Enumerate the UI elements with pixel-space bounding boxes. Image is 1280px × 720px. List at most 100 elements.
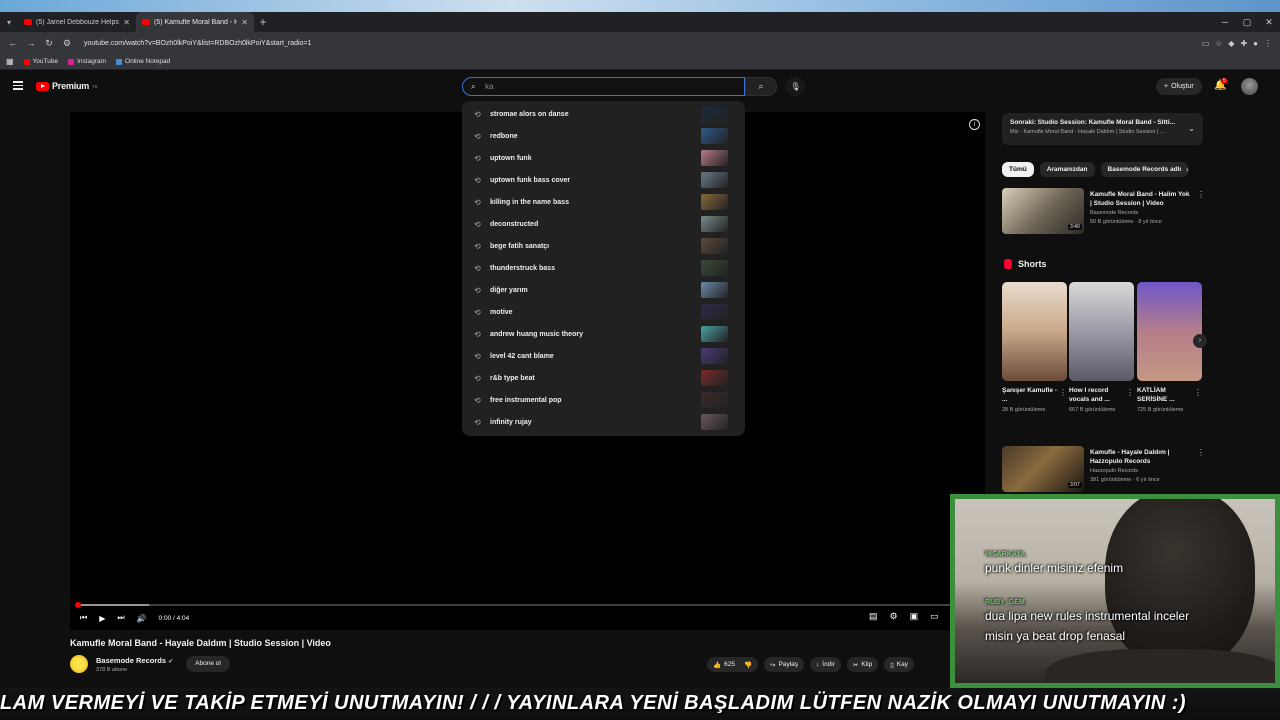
close-window-icon[interactable]: ✕ [1258, 12, 1280, 32]
create-button[interactable]: + Oluştur [1156, 78, 1202, 95]
extensions-puzzle-icon[interactable]: ✚ [1240, 39, 1247, 48]
previous-icon[interactable]: ⏮ [80, 613, 87, 623]
bookmark-online-notepad[interactable]: Online Notepad [116, 58, 170, 65]
more-options-icon[interactable]: ⋮ [1197, 190, 1205, 199]
browser-tab-2[interactable]: (5) Kamufle Moral Band - Haya... ✕ [136, 12, 254, 32]
search-suggestion-item[interactable]: ⟲ uptown funk bass cover [462, 169, 745, 191]
suggestion-text: r&b type beat [490, 374, 535, 382]
next-icon[interactable]: ⏭ [117, 613, 124, 623]
more-options-icon[interactable]: ⋮ [1059, 388, 1067, 397]
download-button[interactable]: ↓ İndir [810, 657, 841, 672]
short-thumbnail[interactable] [1137, 282, 1202, 381]
search-suggestion-item[interactable]: ⟲ deconstructed [462, 213, 745, 235]
suggestion-thumbnail [701, 326, 728, 342]
reload-icon[interactable]: ↻ [40, 38, 58, 49]
apps-grid-icon[interactable]: ▦ [6, 57, 14, 66]
more-options-icon[interactable]: ⋮ [1194, 388, 1202, 397]
suggestion-thumbnail [701, 172, 728, 188]
volume-icon[interactable]: 🔊 [137, 614, 147, 623]
close-icon[interactable]: ✕ [123, 18, 130, 27]
suggestion-thumbnail [701, 304, 728, 320]
up-next-playlist-panel[interactable]: Sonraki: Studio Session: Kamufle Moral B… [1002, 113, 1203, 145]
chip-all[interactable]: Tümü [1002, 162, 1034, 177]
tab-list-icon[interactable]: ▾ [0, 18, 18, 27]
clip-button[interactable]: ✂ Klip [846, 657, 879, 672]
browser-tab-1[interactable]: (5) Jamel Debbouze Helps Stro... ✕ [18, 12, 136, 32]
search-suggestion-item[interactable]: ⟲ level 42 cant blame [462, 345, 745, 367]
channel-name[interactable]: Basemode Records ✔ [96, 656, 173, 665]
new-tab-icon[interactable]: + [254, 15, 272, 29]
extension-icon[interactable]: ◆ [1228, 39, 1234, 48]
chip-channel[interactable]: Basemode Records adlı [1100, 162, 1189, 177]
bookmark-youtube[interactable]: YouTube [23, 58, 58, 65]
thumbs-down-icon[interactable]: 👎 [744, 661, 752, 669]
url-field[interactable]: youtube.com/watch?v=BOzh0lkPoiY&list=RDB… [76, 40, 1202, 47]
miniplayer-icon[interactable]: ▣ [910, 611, 919, 622]
scrubber-handle[interactable] [75, 602, 81, 608]
minimize-icon[interactable]: ─ [1214, 12, 1236, 32]
close-icon[interactable]: ✕ [241, 18, 248, 27]
subscribe-button[interactable]: Abone ol [186, 656, 230, 672]
play-icon[interactable]: ▶ [99, 614, 105, 623]
search-button[interactable]: ⌕ [745, 77, 777, 96]
search-suggestion-item[interactable]: ⟲ thunderstruck bass [462, 257, 745, 279]
bookmark-star-icon[interactable]: ☆ [1215, 39, 1222, 48]
bookmark-instagram[interactable]: Instagram [68, 58, 106, 65]
hamburger-menu-icon[interactable] [13, 81, 23, 92]
back-icon[interactable]: ← [4, 38, 22, 48]
short-title: Şanışer Kamufle - ... [1002, 387, 1057, 403]
search-suggestion-item[interactable]: ⟲ redbone [462, 125, 745, 147]
account-avatar[interactable] [1241, 78, 1258, 95]
short-thumbnail[interactable] [1002, 282, 1067, 381]
theater-mode-icon[interactable]: ▭ [930, 611, 939, 622]
channel-avatar[interactable] [70, 655, 88, 673]
chevron-down-icon[interactable]: ⌄ [1188, 124, 1195, 133]
search-suggestion-item[interactable]: ⟲ free instrumental pop [462, 389, 745, 411]
voice-search-mic-icon[interactable]: 🎙 [786, 77, 805, 96]
search-suggestion-item[interactable]: ⟲ stromae alors on danse [462, 103, 745, 125]
info-icon[interactable]: i [969, 119, 980, 130]
search-suggestion-item[interactable]: ⟲ bege fatih sanatçı [462, 235, 745, 257]
history-icon: ⟲ [474, 395, 481, 405]
stream-ticker-banner: LAM VERMEYİ VE TAKİP ETMEYİ UNUTMAYIN! /… [0, 688, 1280, 720]
profile-icon[interactable]: ● [1253, 39, 1258, 48]
like-button[interactable]: 👍 625 👎 [707, 657, 759, 672]
menu-icon[interactable]: ⋮ [1264, 39, 1272, 48]
history-icon: ⟲ [474, 417, 481, 427]
search-suggestion-item[interactable]: ⟲ uptown funk [462, 147, 745, 169]
recommended-video[interactable]: 3:07 Kamufle - Hayale Daldım | Hazzopulo… [1002, 446, 1205, 494]
cast-icon[interactable]: ▭ [1202, 39, 1210, 48]
search-suggestion-item[interactable]: ⟲ diğer yarım [462, 279, 745, 301]
search-suggestion-item[interactable]: ⟲ infinity rujay [462, 411, 745, 433]
search-suggestion-item[interactable]: ⟲ r&b type beat [462, 367, 745, 389]
share-button[interactable]: ↪ Paylaş [764, 657, 805, 672]
search-input[interactable] [485, 82, 725, 91]
subtitles-icon[interactable]: ▤ [869, 611, 878, 622]
short-title: KATLİAM SERİSİNE ... [1137, 387, 1175, 403]
site-info-icon[interactable]: ⚙ [58, 38, 76, 49]
suggestion-thumbnail [701, 150, 728, 166]
search-suggestion-item[interactable]: ⟲ motive [462, 301, 745, 323]
suggestion-thumbnail [701, 216, 728, 232]
chat-username: HISARKAYA [985, 551, 1026, 558]
more-options-icon[interactable]: ⋮ [1126, 388, 1134, 397]
search-suggestion-item[interactable]: ⟲ killing in the name bass [462, 191, 745, 213]
chip-from-search[interactable]: Aramanızdan [1039, 162, 1095, 177]
short-thumbnail[interactable] [1069, 282, 1134, 381]
video-progress-bar[interactable] [75, 602, 952, 608]
recommended-video[interactable]: 3:40 Kamufle Moral Band - Halim Yok | St… [1002, 188, 1205, 236]
forward-icon[interactable]: → [22, 38, 40, 48]
more-options-icon[interactable]: ⋮ [1197, 448, 1205, 457]
short-item[interactable]: How I record vocals and ... 667 B görünt… [1069, 282, 1134, 414]
short-item[interactable]: Şanışer Kamufle - ... 28 B görüntüleme ⋮ [1002, 282, 1067, 414]
youtube-premium-logo[interactable]: Premium TR [36, 81, 97, 91]
chevron-right-icon[interactable]: › [1193, 334, 1207, 348]
search-box[interactable]: ⌕ [462, 77, 745, 96]
save-button[interactable]: ▯ Kay [884, 657, 914, 672]
chevron-right-icon[interactable]: › [1186, 165, 1189, 174]
maximize-icon[interactable]: ▢ [1236, 12, 1258, 32]
short-item[interactable]: KATLİAM SERİSİNE ... 725 B görüntüleme ⋮ [1137, 282, 1202, 414]
video-actions: 👍 625 👎 ↪ Paylaş ↓ İndir ✂ Klip ▯ Kay [707, 657, 914, 672]
settings-gear-icon[interactable]: ⚙ [890, 611, 898, 622]
search-suggestion-item[interactable]: ⟲ andrew huang music theory [462, 323, 745, 345]
